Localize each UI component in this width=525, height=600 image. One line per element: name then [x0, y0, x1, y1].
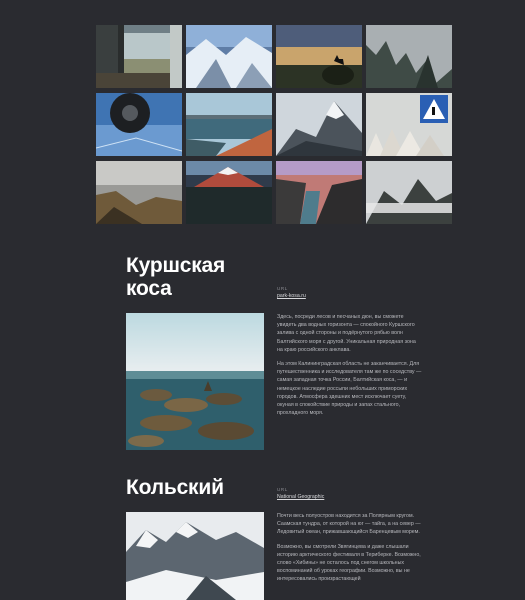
- section-url: URL National Geographic: [277, 486, 324, 501]
- section-title-line: Куршская: [126, 254, 226, 277]
- red-shore-sea-photo-icon: [186, 93, 272, 156]
- gallery-tile-train-window[interactable]: [96, 25, 182, 88]
- snowy-hills-photo-icon: [126, 512, 264, 600]
- wheel-on-ice-photo-icon: [96, 93, 182, 156]
- section-title-line: Кольский: [126, 476, 224, 499]
- wolf-silhouette-sunset-photo-icon: [276, 25, 362, 88]
- url-label: URL: [277, 286, 288, 291]
- section-paragraph: Почти весь полуостров находится за Поляр…: [277, 513, 421, 536]
- section-title-line: коса: [126, 277, 172, 300]
- snowy-peak-photo-icon: [276, 93, 362, 156]
- snowy-mountains-aerial-photo-icon: [186, 25, 272, 88]
- section-photo: [126, 313, 264, 450]
- gallery-tile-volcano[interactable]: [186, 161, 272, 224]
- section-title: Кольский: [126, 476, 426, 499]
- gallery-tile-valley-fog[interactable]: [96, 161, 182, 224]
- train-window-photo-icon: [96, 25, 182, 88]
- gallery-tile-pedestrian-sign[interactable]: [366, 93, 452, 156]
- section-text: Почти весь полуостров находится за Поляр…: [277, 512, 422, 590]
- section-text: Здесь, посреди лесов и песчаных дюн, вы …: [277, 313, 422, 423]
- valley-fog-photo-icon: [96, 161, 182, 224]
- section-kola: Кольский: [126, 476, 426, 499]
- section-paragraph: На этом Калининградская область не закан…: [277, 361, 422, 417]
- gallery-tile-red-shore[interactable]: [186, 93, 272, 156]
- section-url: URL park-kosa.ru: [277, 285, 306, 300]
- gallery-tile-cloudy-mountains[interactable]: [366, 161, 452, 224]
- section-title: Куршская коса: [126, 254, 426, 300]
- url-label: URL: [277, 487, 288, 492]
- pedestrian-sign-photo-icon: [366, 93, 452, 156]
- gallery-tile-misty-forest[interactable]: [366, 25, 452, 88]
- section-curonian-spit: Куршская коса: [126, 254, 426, 300]
- section-paragraph: Возможно, вы смотрели Звягинцева и даже …: [277, 543, 421, 583]
- gallery-tile-snowy-peak[interactable]: [276, 93, 362, 156]
- canyon-river-photo-icon: [276, 161, 362, 224]
- misty-forest-photo-icon: [366, 25, 452, 88]
- rocky-shore-photo-icon: [126, 313, 264, 450]
- gallery-tile-wolf-sunset[interactable]: [276, 25, 362, 88]
- url-link[interactable]: park-kosa.ru: [277, 293, 306, 299]
- section-paragraph: Здесь, посреди лесов и песчаных дюн, вы …: [277, 314, 416, 353]
- url-link[interactable]: National Geographic: [277, 494, 324, 500]
- cloudy-mountains-photo-icon: [366, 161, 452, 224]
- volcano-photo-icon: [186, 161, 272, 224]
- gallery-tile-canyon-river[interactable]: [276, 161, 362, 224]
- gallery-tile-wheel-ice[interactable]: [96, 93, 182, 156]
- section-photo: [126, 512, 264, 600]
- photo-gallery: [96, 25, 452, 224]
- gallery-tile-snowy-mountains[interactable]: [186, 25, 272, 88]
